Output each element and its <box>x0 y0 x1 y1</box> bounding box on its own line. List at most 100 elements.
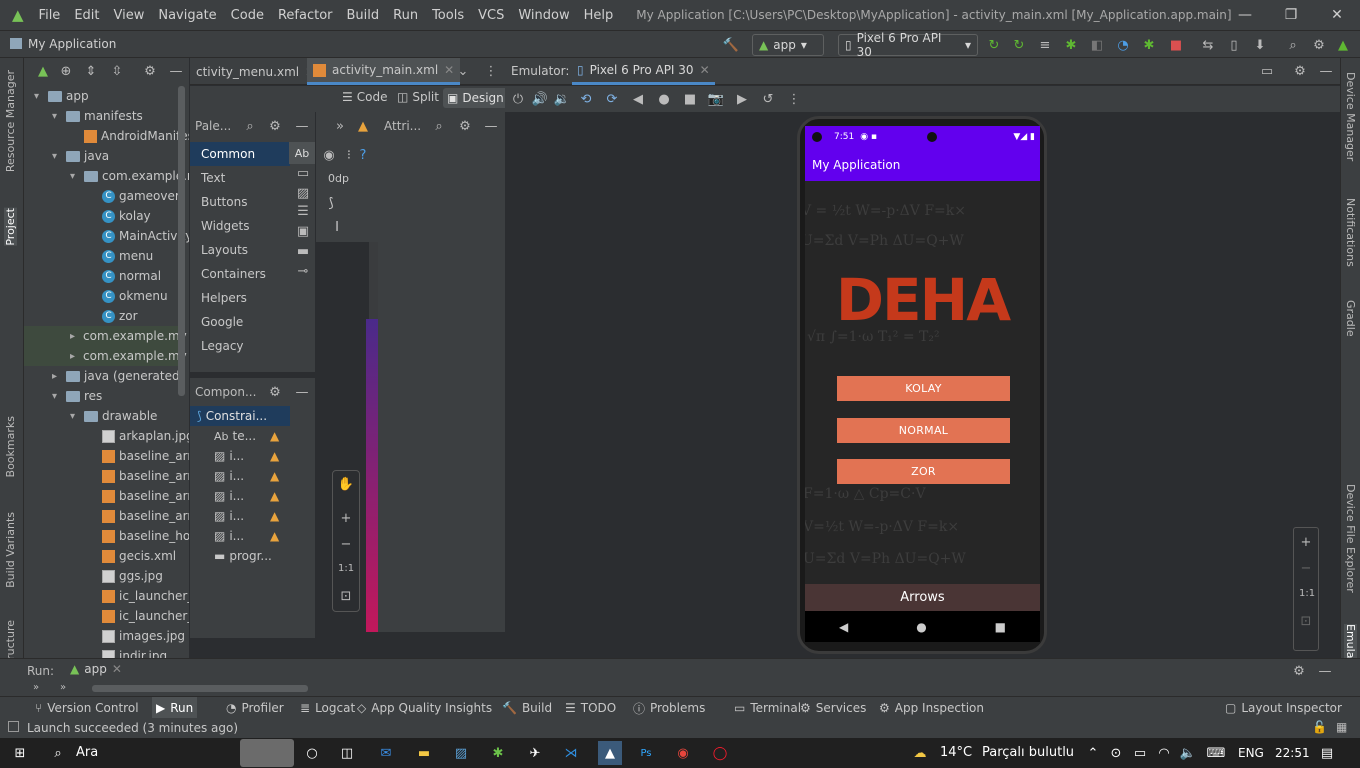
photoshop-icon[interactable]: Ps <box>636 743 656 763</box>
tabs-dropdown-icon[interactable]: ⌄ <box>454 62 472 80</box>
run-expand-icon[interactable]: » <box>33 682 39 693</box>
palette-category-google[interactable]: Google <box>190 310 290 334</box>
tray-monitor-icon[interactable]: ▭ <box>1130 743 1150 763</box>
windows-start-icon[interactable]: ⊞ <box>10 743 30 763</box>
opera-icon[interactable]: ◯ <box>710 743 730 763</box>
tool-window-build[interactable]: 🔨 Build <box>502 697 552 719</box>
tree-item[interactable]: ic_launcher_b <box>88 586 189 606</box>
rotate-right-icon[interactable]: ⟳ <box>603 90 621 108</box>
locate-icon[interactable]: ⊕ <box>57 62 75 80</box>
tree-item[interactable]: baseline_arro <box>88 466 189 486</box>
minimize-button[interactable]: — <box>1222 0 1268 30</box>
profile-icon[interactable]: ◔ <box>1114 36 1132 54</box>
palette-list-icon[interactable]: ☰ <box>294 202 312 220</box>
emulator-fit-icon[interactable]: ⊡ <box>1297 612 1315 630</box>
android-view-icon[interactable]: ▲ <box>34 62 52 80</box>
tab-notifications[interactable]: Notifications <box>1344 198 1357 267</box>
code-view-button[interactable]: ☰ Code <box>342 90 388 104</box>
design-view-button[interactable]: ▣ Design <box>443 88 508 108</box>
rotate-left-icon[interactable]: ⟲ <box>577 90 595 108</box>
tree-item[interactable]: arkaplan.jpg <box>88 426 189 446</box>
tree-item[interactable]: baseline_arro <box>88 486 189 506</box>
taskbar-search-icon[interactable]: ⌕ <box>48 743 68 763</box>
tab-device-manager[interactable]: Device Manager <box>1344 72 1357 161</box>
phone-home-icon[interactable]: ● <box>916 620 926 634</box>
tree-item[interactable]: Czor <box>88 306 138 326</box>
emulator-device-tab[interactable]: ▯ Pixel 6 Pro API 30 ✕ <box>572 58 715 85</box>
expand-all-icon[interactable]: ⇕ <box>82 62 100 80</box>
component-warning-icon[interactable]: ▲ <box>270 469 279 483</box>
restore-button[interactable]: ❐ <box>1268 0 1314 30</box>
tree-arrow-icon[interactable]: ▾ <box>34 91 44 102</box>
default-margin-value[interactable]: 0dp <box>328 172 349 185</box>
rerun-icon[interactable]: ↻ <box>985 36 1003 54</box>
tool-window-app-quality-insights[interactable]: ◇ App Quality Insights <box>357 697 492 719</box>
tree-arrow-icon[interactable]: ▾ <box>70 171 80 182</box>
tree-item[interactable]: ggs.jpg <box>88 566 163 586</box>
component-node[interactable]: ▨ i... ▲ <box>214 526 279 546</box>
notifications-icon[interactable]: ▤ <box>1317 743 1337 763</box>
run-gear-icon[interactable]: ⚙ <box>1290 662 1308 680</box>
component-node[interactable]: ▨ i... ▲ <box>214 466 279 486</box>
palette-category-buttons[interactable]: Buttons <box>190 190 290 214</box>
canvas-zoom-out-icon[interactable]: − <box>337 535 355 553</box>
component-node[interactable]: ▨ i... ▲ <box>214 446 279 466</box>
menu-refactor[interactable]: Refactor <box>271 8 340 23</box>
more-options-icon[interactable]: ⋮ <box>785 90 803 108</box>
tree-item[interactable]: ▾ manifests <box>52 106 143 126</box>
tree-item[interactable]: Ckolay <box>88 206 151 226</box>
lock-icon[interactable]: 🔓 <box>1312 720 1327 734</box>
component-node[interactable]: Ab te... ▲ <box>214 426 279 446</box>
tree-item[interactable]: Cgameover <box>88 186 180 206</box>
tray-wifi-icon[interactable]: ◠ <box>1154 743 1174 763</box>
run-app-tab[interactable]: ▲ app ✕ <box>70 662 122 676</box>
tree-item[interactable]: baseline_arro <box>88 506 189 526</box>
menu-tools[interactable]: Tools <box>425 8 471 23</box>
baseline-icon[interactable]: Ι <box>328 218 346 236</box>
tree-item[interactable]: baseline_arro <box>88 446 189 466</box>
tab-resource-manager[interactable]: Resource Manager <box>4 70 17 172</box>
cortana-icon[interactable]: ○ <box>302 743 322 763</box>
run-scrollbar[interactable] <box>92 685 308 692</box>
home-icon[interactable]: ● <box>655 90 673 108</box>
tray-language[interactable]: ENG <box>1238 746 1264 760</box>
attach-icon[interactable]: ◧ <box>1088 36 1106 54</box>
menu-edit[interactable]: Edit <box>67 8 106 23</box>
component-tree-hide-icon[interactable]: — <box>293 383 311 401</box>
tree-item[interactable]: baseline_hom <box>88 526 189 546</box>
tree-arrow-icon[interactable]: ▸ <box>70 351 75 362</box>
tabs-more-icon[interactable]: ⋮ <box>482 62 500 80</box>
palette-layout-icon[interactable]: ▬ <box>294 242 312 260</box>
tree-item[interactable]: Cnormal <box>88 266 161 286</box>
warning-icon[interactable]: ▲ <box>354 117 372 135</box>
record-icon[interactable]: ▶ <box>733 90 751 108</box>
tray-up-icon[interactable]: ⌃ <box>1083 743 1103 763</box>
emulator-gear-icon[interactable]: ⚙ <box>1291 62 1309 80</box>
menu-build[interactable]: Build <box>340 8 387 23</box>
menu-file[interactable]: File <box>32 8 68 23</box>
tool-window-services[interactable]: ⚙ Services <box>800 697 866 719</box>
tree-item[interactable]: ▾ com.example.my <box>70 166 189 186</box>
android-studio-taskbar-icon[interactable]: ▲ <box>598 741 622 765</box>
app-icon[interactable]: ✱ <box>488 743 508 763</box>
tray-clock[interactable]: 22:51 <box>1275 746 1310 760</box>
tree-item[interactable]: Cmenu <box>88 246 153 266</box>
component-warning-icon[interactable]: ▲ <box>270 509 279 523</box>
apply-changes-icon[interactable]: ↻ <box>1010 36 1028 54</box>
tree-arrow-icon[interactable]: ▸ <box>70 331 75 342</box>
project-name[interactable]: My Application <box>28 37 116 51</box>
make-project-icon[interactable]: 🔨 <box>722 36 740 54</box>
photos-icon[interactable]: ▨ <box>451 743 471 763</box>
airplane-app-icon[interactable]: ✈ <box>525 743 545 763</box>
menu-help[interactable]: Help <box>577 8 621 23</box>
status-panel-icon[interactable] <box>8 721 19 732</box>
palette-category-layouts[interactable]: Layouts <box>190 238 290 262</box>
palette-category-helpers[interactable]: Helpers <box>190 286 290 310</box>
run-config-select[interactable]: ▲ app ▾ <box>752 34 824 56</box>
task-view-icon[interactable]: ◫ <box>337 743 357 763</box>
component-node[interactable]: ▨ i... ▲ <box>214 486 279 506</box>
chrome-icon[interactable]: ◉ <box>673 743 693 763</box>
menu-vcs[interactable]: VCS <box>471 8 511 23</box>
attach-debugger-icon[interactable]: ✱ <box>1140 36 1158 54</box>
tree-item[interactable]: ▸ com.example.my <box>24 346 187 366</box>
